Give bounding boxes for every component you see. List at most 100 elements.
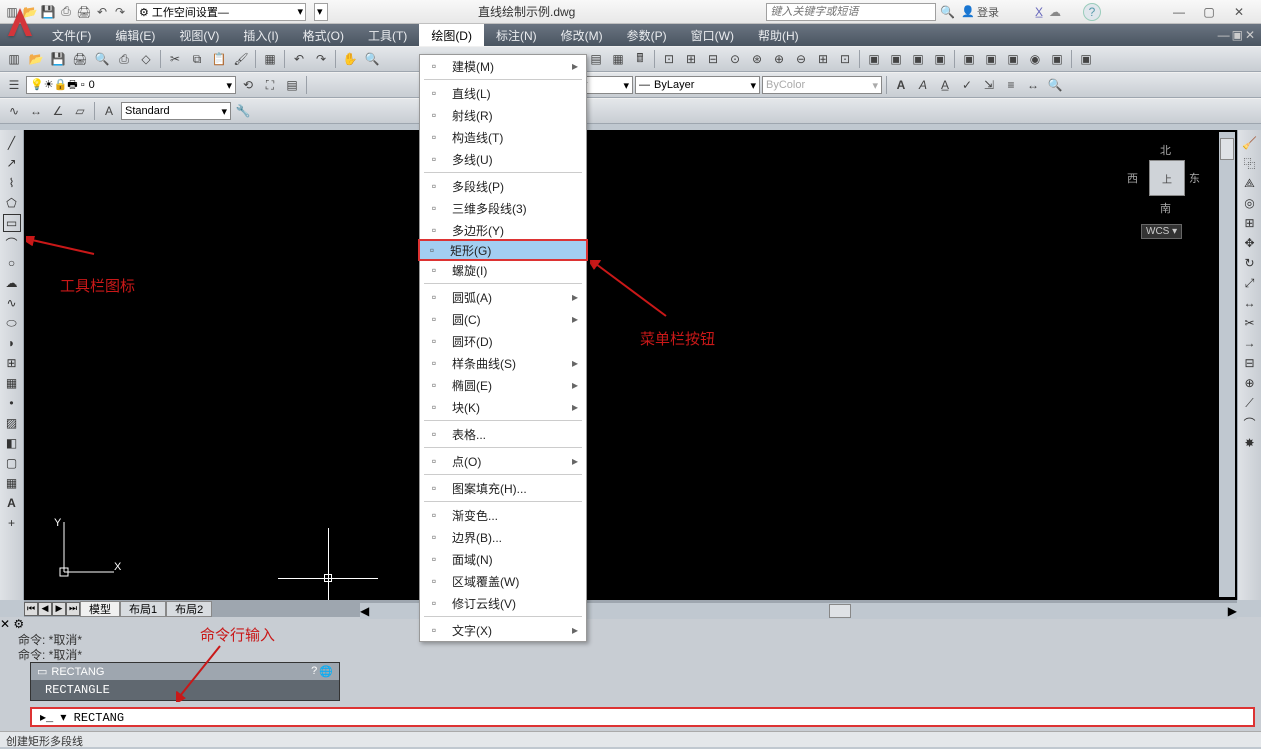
drawing-canvas[interactable]: YX 北 西 东 南 上 WCS ▾ [24,130,1237,600]
hatch-icon[interactable]: ▨ [3,414,21,432]
dimstyle-icon[interactable]: 🔧 [233,101,253,121]
text-style-icon[interactable]: A̲ [935,75,955,95]
menu-item[interactable]: ▫三维多段线(3) [420,197,586,219]
menu-item[interactable]: ▫区域覆盖(W) [420,570,586,592]
help-icon[interactable]: ? [1083,3,1101,21]
zoom-icon[interactable]: 🔍 [362,49,382,69]
menu-item[interactable]: ▫表格... [420,423,586,445]
tab-first-icon[interactable]: ⏮ [24,602,38,616]
circle-icon[interactable]: ○ [3,254,21,272]
menu-tools[interactable]: 工具(T) [356,24,419,46]
wcs-selector[interactable]: WCS ▾ [1141,224,1182,239]
menu-item[interactable]: ▫椭圆(E)▸ [420,374,586,396]
maximize-button[interactable]: ▢ [1195,3,1223,21]
menu-item[interactable]: ▫块(K)▸ [420,396,586,418]
move-icon[interactable]: ✥ [1241,234,1259,252]
ac-item[interactable]: RECTANGLE [31,680,339,700]
export-pdf-icon[interactable]: ▣ [1003,49,1023,69]
globe-icon[interactable]: 🌐 [319,665,333,678]
redo-icon[interactable]: ↷ [112,4,128,20]
menu-dimension[interactable]: 标注(N) [484,24,549,46]
view-cube[interactable]: 北 西 东 南 上 WCS ▾ [1127,142,1207,232]
mdi-close-icon[interactable]: ✕ [1245,28,1255,42]
point-icon[interactable]: • [3,394,21,412]
erase-icon[interactable]: 🧹 [1241,134,1259,152]
workspace-more[interactable]: ▾ [314,3,328,21]
tab-layout1[interactable]: 布局1 [120,601,166,617]
layer-state-icon[interactable]: ▤ [282,75,302,95]
chamfer-icon[interactable]: ⟋ [1241,394,1259,412]
scale-icon[interactable]: ⇲ [979,75,999,95]
mirror-icon[interactable]: ⟁ [1241,174,1259,192]
zoom-object-icon[interactable]: ⊛ [747,49,767,69]
text-a-icon[interactable]: A [891,75,911,95]
command-autocomplete[interactable]: ▭RECTANG?🌐 RECTANGLE [30,662,340,701]
mdi-minimize-icon[interactable]: — [1218,28,1230,42]
make-block-icon[interactable]: ▦ [3,374,21,392]
menu-edit[interactable]: 编辑(E) [103,24,167,46]
just-icon[interactable]: ≡ [1001,75,1021,95]
print-icon[interactable]: 🖨 [70,49,90,69]
saveas-icon[interactable]: ⎙ [58,4,74,20]
zoom-center-icon[interactable]: ⊙ [725,49,745,69]
area-icon[interactable]: ▱ [70,101,90,121]
array-icon[interactable]: ⊞ [1241,214,1259,232]
menu-item[interactable]: ▫多边形(Y) [420,219,586,241]
menu-item[interactable]: ▫圆环(D) [420,330,586,352]
tab-prev-icon[interactable]: ◀ [38,602,52,616]
menu-item[interactable]: ▫矩形(G) [418,239,588,261]
zoom-all-icon[interactable]: ⊞ [813,49,833,69]
line-icon[interactable]: ╱ [3,134,21,152]
table-icon[interactable]: ▦ [3,474,21,492]
menu-item[interactable]: ▫文字(X)▸ [420,619,586,641]
menu-item[interactable]: ▫边界(B)... [420,526,586,548]
ellipse-icon[interactable]: ⬭ [3,314,21,332]
find-icon[interactable]: 🔍 [1045,75,1065,95]
cut-icon[interactable]: ✂ [165,49,185,69]
stretch-icon[interactable]: ↔ [1241,294,1259,312]
gradient-icon[interactable]: ◧ [3,434,21,452]
scroll-thumb[interactable] [1220,138,1234,160]
rotate-icon[interactable]: ↻ [1241,254,1259,272]
menu-file[interactable]: 文件(F) [40,24,103,46]
layer-selector[interactable]: 💡☀🔒🖶 ▫ 0▾ [26,76,236,94]
measure-icon[interactable]: ↔ [26,101,46,121]
layer-mgr-icon[interactable]: ☰ [4,75,24,95]
menu-item[interactable]: ▫图案填充(H)... [420,477,586,499]
app-logo[interactable] [4,4,36,40]
print-icon[interactable]: 🖨 [76,4,92,20]
zoom-out-icon[interactable]: ⊖ [791,49,811,69]
menu-item[interactable]: ▫面域(N) [420,548,586,570]
settings-cmd-icon[interactable]: ⚙ [13,617,24,631]
mdi-restore-icon[interactable]: ▣ [1232,28,1243,42]
menu-item[interactable]: ▫修订云线(V) [420,592,586,614]
spline-icon[interactable]: ∿ [4,101,24,121]
dwf-icon[interactable]: ▣ [864,49,884,69]
misc-icon[interactable]: ▣ [1076,49,1096,69]
pan-icon[interactable]: ✋ [340,49,360,69]
menu-parametric[interactable]: 参数(P) [615,24,679,46]
lineweight-selector[interactable]: — ByLayer▾ [635,76,760,94]
search-input[interactable] [766,3,936,21]
textstyle-icon[interactable]: A [99,101,119,121]
scroll-left-icon[interactable]: ◀ [360,604,369,618]
menu-draw[interactable]: 绘图(D) [419,24,484,46]
signin-button[interactable]: 👤 登录 [961,4,999,20]
text-ai-icon[interactable]: A [913,75,933,95]
close-button[interactable]: ✕ [1225,3,1253,21]
export-dwf-icon[interactable]: ▣ [981,49,1001,69]
menu-item[interactable]: ▫多线(U) [420,148,586,170]
plotstyle-selector[interactable]: ByColor▾ [762,76,882,94]
help-icon[interactable]: ? [311,665,317,678]
undo-icon[interactable]: ↶ [94,4,110,20]
break-icon[interactable]: ⊟ [1241,354,1259,372]
textstyle-selector[interactable]: Standard▾ [121,102,231,120]
rectangle-icon[interactable]: ▭ [3,214,21,232]
zoom-dynamic-icon[interactable]: ⊞ [681,49,701,69]
command-input[interactable]: ▸_ ▾ RECTANG [30,707,1255,727]
menu-item[interactable]: ▫点(O)▸ [420,450,586,472]
offset-icon[interactable]: ◎ [1241,194,1259,212]
revcloud-icon[interactable]: ☁ [3,274,21,292]
render-icon[interactable]: ◉ [1025,49,1045,69]
menu-view[interactable]: 视图(V) [167,24,231,46]
